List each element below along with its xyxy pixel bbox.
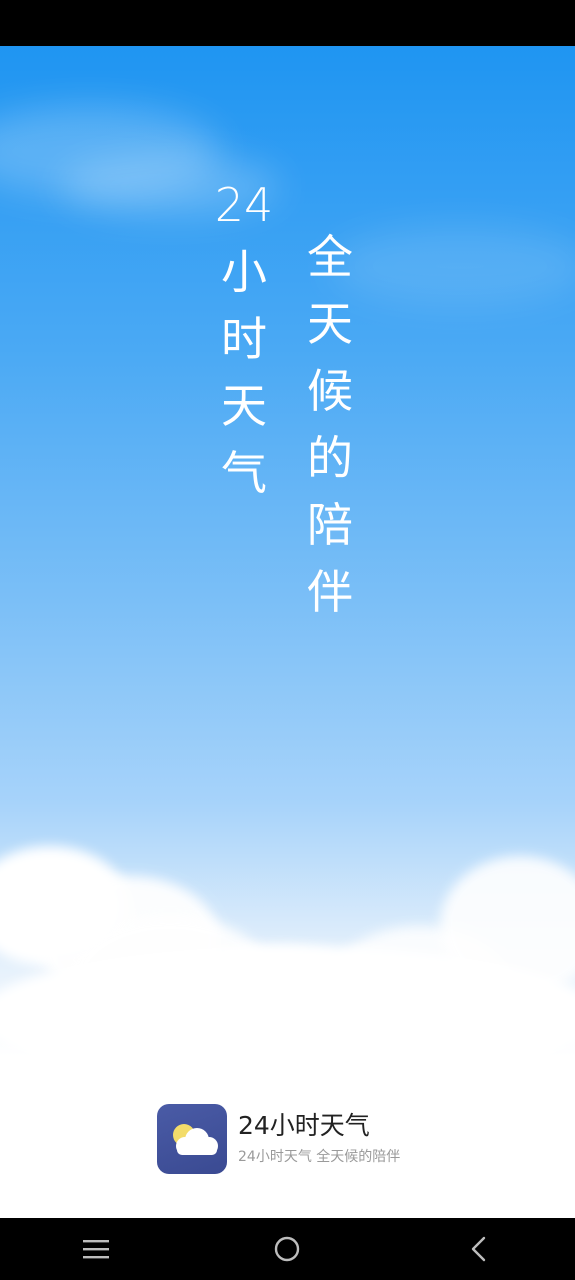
tagline-right-char: 全 — [307, 230, 353, 284]
sky-background — [0, 46, 575, 1056]
tagline-left-char: 小 — [221, 245, 267, 299]
back-chevron-icon[interactable] — [449, 1224, 509, 1274]
tagline-right-char: 陪 — [307, 498, 353, 552]
tagline-left-char: 时 — [221, 312, 267, 366]
splash-screen: 24 小 时 天 气 全 天 候 的 陪 伴 24小时天气 24小时天气 全天候… — [0, 0, 575, 1280]
tagline-right-char: 天 — [307, 297, 353, 351]
system-nav-bar — [0, 1218, 575, 1280]
tagline-right-char: 伴 — [307, 565, 353, 619]
brand-text: 24小时天气 24小时天气 全天候的陪伴 — [238, 1110, 400, 1168]
tagline-right: 全 天 候 的 陪 伴 — [295, 224, 365, 626]
tagline-left-char: 天 — [221, 379, 267, 433]
brand-footer: 24小时天气 24小时天气 全天候的陪伴 — [157, 1104, 400, 1174]
tagline-right-char: 的 — [307, 431, 353, 485]
app-slogan: 24小时天气 全天候的陪伴 — [238, 1149, 401, 1165]
status-bar — [0, 0, 575, 46]
menu-icon[interactable] — [66, 1224, 126, 1274]
tagline-left-char: 气 — [221, 446, 267, 500]
home-circle-icon[interactable] — [257, 1224, 317, 1274]
app-name: 24小时天气 — [238, 1111, 370, 1140]
cloud-sun-icon — [157, 1104, 227, 1174]
tagline-left: 24 小 时 天 气 — [209, 172, 279, 507]
tagline-right-char: 候 — [307, 364, 353, 418]
tagline-left-char: 24 — [214, 178, 274, 232]
